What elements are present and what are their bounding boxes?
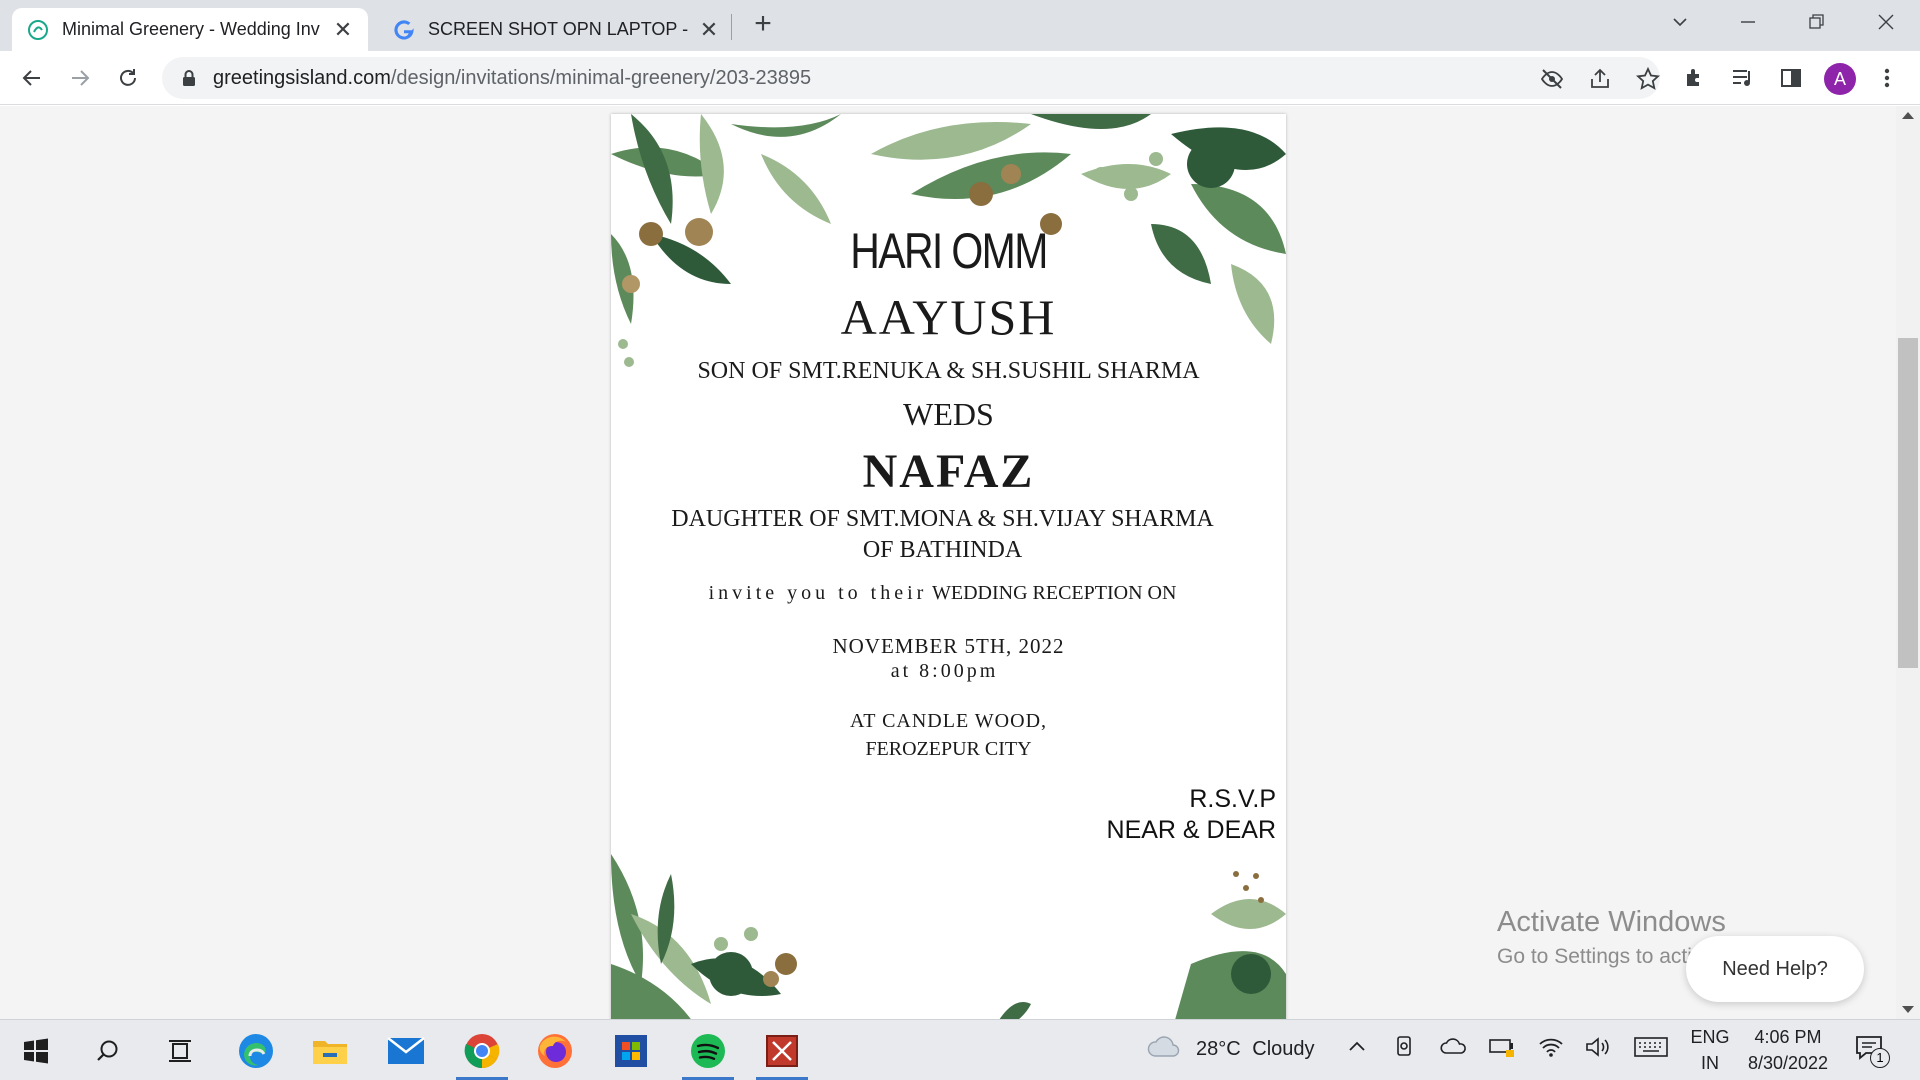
volume-icon[interactable] xyxy=(1584,1036,1612,1064)
page-scrollbar[interactable] xyxy=(1896,106,1920,1019)
battery-icon[interactable] xyxy=(1488,1036,1516,1064)
clock-date: 8/30/2022 xyxy=(1747,1053,1829,1073)
onedrive-icon[interactable] xyxy=(1440,1036,1468,1062)
spotify-icon[interactable] xyxy=(678,1028,738,1080)
invitation-card[interactable]: HARI OMM AAYUSH SON OF SMT.RENUKA & SH.S… xyxy=(611,114,1286,1019)
browser-toolbar: greetingsisland.com/design/invitations/m… xyxy=(0,51,1920,105)
weds-text: WEDS xyxy=(903,396,994,432)
foliage-bottom-illustration xyxy=(611,854,1286,1019)
chrome-icon[interactable] xyxy=(452,1028,512,1080)
reload-icon[interactable] xyxy=(110,60,146,96)
close-icon[interactable]: ✕ xyxy=(698,17,720,43)
window-close-icon[interactable] xyxy=(1866,6,1906,38)
wifi-icon[interactable] xyxy=(1538,1036,1564,1064)
region-code: IN xyxy=(1701,1053,1719,1073)
groom-parents: SON OF SMT.RENUKA & SH.SUSHIL SHARMA xyxy=(697,358,1200,384)
scroll-down-arrow-icon[interactable] xyxy=(1902,1006,1914,1013)
eye-off-icon[interactable] xyxy=(1538,65,1566,93)
bookmark-star-icon[interactable] xyxy=(1634,65,1662,93)
bride-name: NAFAZ xyxy=(862,445,1035,498)
greetings-island-icon xyxy=(26,18,50,42)
url-host: greetingsisland.com xyxy=(213,67,391,89)
microsoft-store-icon[interactable] xyxy=(603,1028,659,1074)
bride-place: OF BATHINDA xyxy=(862,537,1023,563)
meet-now-icon[interactable] xyxy=(1394,1034,1416,1066)
heading-hari-omm: HARI OMM xyxy=(850,223,1048,279)
url-text[interactable]: greetingsisland.com/design/invitations/m… xyxy=(213,67,811,90)
tab-strip: Minimal Greenery - Wedding Inv ✕ SCREEN … xyxy=(0,0,1920,51)
back-icon[interactable] xyxy=(14,60,50,96)
lock-icon[interactable] xyxy=(182,69,196,92)
rsvp-label: R.S.V.P xyxy=(1189,785,1276,813)
windows-taskbar: 28°C Cloudy ENG IN 4:06 PM 8/30/2022 1 xyxy=(0,1019,1920,1080)
event-time: at 8:00pm xyxy=(890,660,999,682)
tab-title: Minimal Greenery - Wedding Inv xyxy=(62,19,320,39)
windows-start-icon[interactable] xyxy=(8,1028,64,1074)
notification-center-icon[interactable]: 1 xyxy=(1854,1034,1894,1070)
firefox-icon[interactable] xyxy=(527,1028,583,1074)
profile-avatar[interactable]: A xyxy=(1824,63,1856,95)
url-path: /design/invitations/minimal-greenery/203… xyxy=(390,67,812,89)
task-view-icon[interactable] xyxy=(152,1028,208,1074)
screenshot-tool-icon[interactable] xyxy=(752,1028,812,1080)
tab-title: SCREEN SHOT OPN LAPTOP - Go xyxy=(428,19,690,39)
touch-keyboard-icon[interactable] xyxy=(1634,1036,1668,1064)
scroll-up-arrow-icon[interactable] xyxy=(1902,112,1914,119)
minimize-icon[interactable] xyxy=(1728,6,1768,38)
weather-widget[interactable]: 28°C Cloudy xyxy=(1196,1038,1315,1061)
address-bar[interactable]: greetingsisland.com/design/invitations/m… xyxy=(162,57,1660,99)
extensions-icon[interactable] xyxy=(1680,63,1710,93)
media-control-icon[interactable] xyxy=(1728,63,1758,93)
close-icon[interactable]: ✕ xyxy=(332,17,354,43)
weather-text: Cloudy xyxy=(1252,1038,1315,1060)
share-icon[interactable] xyxy=(1586,65,1614,93)
menu-dots-icon[interactable] xyxy=(1872,63,1902,93)
invite-line: invite you to their WEDDING RECEPTION ON xyxy=(611,582,1280,605)
search-icon[interactable] xyxy=(80,1028,136,1074)
restore-icon[interactable] xyxy=(1796,6,1836,38)
groom-name: AAYUSH xyxy=(840,289,1057,345)
show-hidden-icons-icon[interactable] xyxy=(1346,1036,1368,1064)
event-date: NOVEMBER 5TH, 2022 xyxy=(832,634,1065,658)
tab-search-icon[interactable] xyxy=(1660,6,1700,38)
system-clock[interactable]: 4:06 PM 8/30/2022 xyxy=(1740,1024,1836,1076)
venue-line-1: AT CANDLE WOOD, xyxy=(849,710,1048,732)
invite-lead: invite you to their xyxy=(708,582,928,604)
bride-parents: DAUGHTER OF SMT.MONA & SH.VIJAY SHARMA xyxy=(671,506,1214,532)
rsvp-block: R.S.V.P NEAR & DEAR xyxy=(1107,784,1276,846)
clock-time: 4:06 PM xyxy=(1754,1027,1822,1047)
tab-minimal-greenery[interactable]: Minimal Greenery - Wedding Inv ✕ xyxy=(12,8,368,51)
need-help-button[interactable]: Need Help? xyxy=(1686,936,1864,1002)
tab-screen-shot[interactable]: SCREEN SHOT OPN LAPTOP - Go ✕ xyxy=(378,8,734,51)
side-panel-icon[interactable] xyxy=(1776,63,1806,93)
invite-event: WEDDING RECEPTION ON xyxy=(931,582,1177,604)
language-code: ENG xyxy=(1690,1027,1730,1047)
page-viewport: HARI OMM AAYUSH SON OF SMT.RENUKA & SH.S… xyxy=(0,106,1920,1019)
tab-divider xyxy=(731,14,732,40)
forward-icon[interactable] xyxy=(62,60,98,96)
weather-temp: 28°C xyxy=(1196,1038,1241,1060)
mail-icon[interactable] xyxy=(378,1028,434,1074)
edge-browser-icon[interactable] xyxy=(228,1028,284,1074)
file-explorer-icon[interactable] xyxy=(302,1028,358,1074)
notification-count-badge: 1 xyxy=(1870,1048,1890,1068)
activate-title: Activate Windows xyxy=(1497,906,1726,938)
cloudy-weather-icon[interactable] xyxy=(1146,1034,1182,1065)
input-language[interactable]: ENG IN xyxy=(1686,1024,1734,1076)
new-tab-button[interactable]: + xyxy=(748,9,778,40)
google-icon xyxy=(392,18,416,42)
rsvp-name: NEAR & DEAR xyxy=(1106,816,1276,844)
scroll-thumb[interactable] xyxy=(1898,338,1918,668)
venue-line-2: FEROZEPUR CITY xyxy=(865,738,1032,760)
